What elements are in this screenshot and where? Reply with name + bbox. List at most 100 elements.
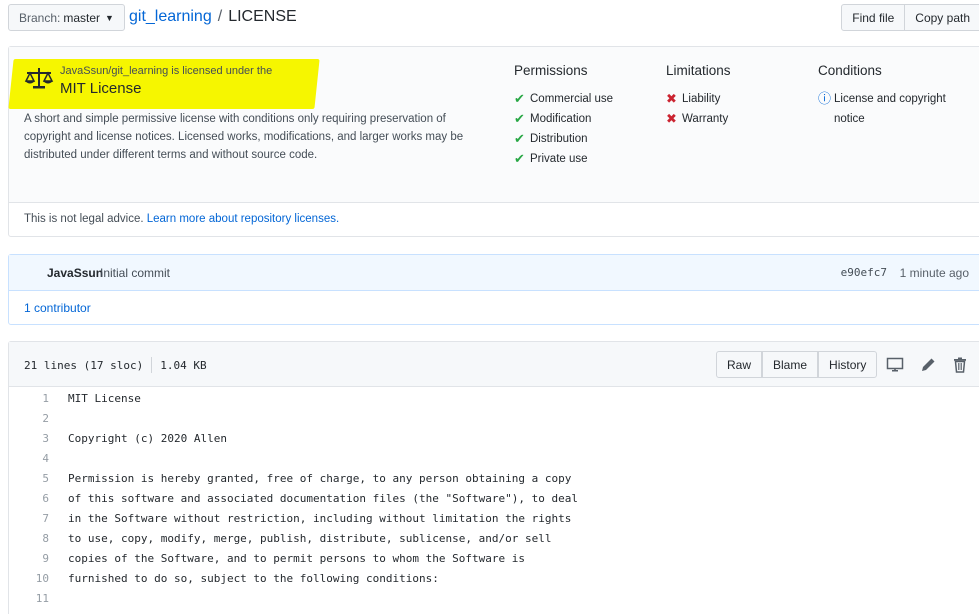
trash-icon[interactable] [951, 356, 969, 374]
condition-label: License and copyright notice [834, 93, 946, 125]
caret-down-icon: ▼ [105, 12, 114, 23]
permission-item: ✔ Distribution [514, 129, 613, 149]
line-content: MIT License [68, 391, 141, 405]
file-nav-button-group: Find file Copy path [841, 4, 979, 31]
code-line: 9 copies of the Software, and to permit p… [9, 548, 979, 568]
limitations-title: Limitations [666, 63, 731, 78]
permissions-title: Permissions [514, 63, 588, 78]
pencil-icon[interactable] [919, 356, 937, 374]
code-line: 6 of this software and associated documen… [9, 488, 979, 508]
line-number[interactable]: 4 [9, 452, 49, 465]
blame-button[interactable]: Blame [762, 351, 819, 378]
limitation-label: Warranty [682, 113, 729, 125]
breadcrumb: git_learning / LICENSE [129, 8, 297, 26]
line-content: Copyright (c) 2020 Allen [68, 431, 227, 445]
line-number[interactable]: 8 [9, 532, 49, 545]
permission-label: Distribution [530, 133, 588, 145]
line-number[interactable]: 2 [9, 412, 49, 425]
permission-label: Commercial use [530, 93, 614, 105]
line-number[interactable]: 1 [9, 392, 49, 405]
file-size: 1.04 KB [160, 358, 207, 372]
x-icon: ✖ [666, 111, 677, 126]
license-disclaimer: This is not legal advice. Learn more abo… [9, 202, 979, 236]
check-icon: ✔ [514, 111, 525, 126]
desktop-icon[interactable] [886, 356, 904, 374]
commit-header: JavaSsun Initial commit e90efc7 1 minute… [9, 255, 979, 291]
limitation-label: Liability [682, 93, 721, 105]
line-content: in the Software without restriction, inc… [68, 511, 572, 525]
latest-commit-box: JavaSsun Initial commit e90efc7 1 minute… [8, 254, 979, 325]
line-content: copies of the Software, and to permit pe… [68, 551, 525, 565]
line-content: to use, copy, modify, merge, publish, di… [68, 531, 552, 545]
file-info: 21 lines (17 sloc) 1.04 KB [24, 357, 207, 373]
permission-item: ✔ Modification [514, 109, 613, 129]
line-content: furnished to do so, subject to the follo… [68, 571, 439, 585]
check-icon: ✔ [514, 131, 525, 146]
check-icon: ✔ [514, 91, 525, 106]
line-number[interactable]: 7 [9, 512, 49, 525]
code-line: 5 Permission is hereby granted, free of c… [9, 468, 979, 488]
permission-label: Modification [530, 113, 592, 125]
license-summary-top: JavaSsun/git_learning is licensed under … [8, 47, 979, 202]
code-line: 10 furnished to do so, subject to the fol… [9, 568, 979, 588]
breadcrumb-separator: / [217, 8, 223, 25]
file-viewer: 21 lines (17 sloc) 1.04 KB Raw Blame His… [8, 341, 979, 614]
limitation-item: ✖ Liability [666, 89, 731, 109]
commit-sha-link[interactable]: e90efc7 [841, 266, 887, 279]
disclaimer-text: This is not legal advice. [24, 213, 144, 225]
code-line: 2 [9, 408, 979, 428]
branch-prefix-label: Branch: [19, 10, 61, 25]
divider [151, 357, 153, 373]
file-actions-group: Raw Blame History [716, 351, 878, 378]
license-summary-box: JavaSsun/git_learning is licensed under … [8, 46, 979, 237]
learn-more-link[interactable]: Learn more about repository licenses. [147, 213, 339, 225]
permission-label: Private use [530, 153, 588, 165]
branch-name-label: master [63, 10, 101, 25]
conditions-column: Conditions ⓘ License and copyright notic… [818, 63, 954, 129]
code-listing: 1 MIT License 2 3 Copyright (c) 2020 Allen… [9, 388, 979, 608]
permissions-column: Permissions ✔ Commercial use ✔ Modificatio… [514, 63, 613, 169]
commit-message-link[interactable]: Initial commit [100, 266, 170, 280]
check-icon: ✔ [514, 151, 525, 166]
line-number[interactable]: 6 [9, 492, 49, 505]
breadcrumb-repo-link[interactable]: git_learning [129, 8, 212, 26]
license-name: MIT License [60, 80, 142, 97]
line-number[interactable]: 11 [9, 592, 49, 605]
line-content: of this software and associated document… [68, 491, 578, 505]
conditions-title: Conditions [818, 63, 882, 78]
code-line: 8 to use, copy, modify, merge, publish, d… [9, 528, 979, 548]
limitations-column: Limitations ✖ Liability ✖ Warranty [666, 63, 731, 129]
branch-selector-button[interactable]: Branch: master ▼ [8, 4, 125, 31]
contributors-link[interactable]: 1 contributor [24, 301, 91, 315]
commit-time: 1 minute ago [899, 266, 969, 280]
line-content: Permission is hereby granted, free of ch… [68, 471, 572, 485]
permission-item: ✔ Private use [514, 149, 613, 169]
limitation-item: ✖ Warranty [666, 109, 731, 129]
code-line: 4 [9, 448, 979, 468]
permission-item: ✔ Commercial use [514, 89, 613, 109]
code-line: 7 in the Software without restriction, in… [9, 508, 979, 528]
code-line: 1 MIT License [9, 388, 979, 408]
line-number[interactable]: 10 [9, 572, 49, 585]
license-description: A short and simple permissive license wi… [24, 113, 464, 161]
find-file-button[interactable]: Find file [841, 4, 906, 31]
file-navigation-bar: Branch: master ▼ git_learning / LICENSE … [0, 0, 979, 36]
line-number[interactable]: 3 [9, 432, 49, 445]
copy-path-button[interactable]: Copy path [905, 4, 979, 31]
breadcrumb-file: LICENSE [228, 8, 297, 25]
law-scale-icon [24, 68, 54, 89]
x-icon: ✖ [666, 91, 677, 106]
file-lines-info: 21 lines (17 sloc) [24, 358, 144, 372]
file-header: 21 lines (17 sloc) 1.04 KB Raw Blame His… [9, 342, 979, 387]
avatar[interactable] [24, 265, 40, 281]
license-subtitle: JavaSsun/git_learning is licensed under … [60, 65, 273, 77]
condition-item: ⓘ License and copyright notice [818, 89, 954, 129]
info-icon: ⓘ [818, 91, 832, 106]
line-number[interactable]: 9 [9, 552, 49, 565]
raw-button[interactable]: Raw [716, 351, 763, 378]
history-button[interactable]: History [818, 351, 878, 378]
code-line: 11 [9, 588, 979, 608]
code-line: 3 Copyright (c) 2020 Allen [9, 428, 979, 448]
line-number[interactable]: 5 [9, 472, 49, 485]
commit-author-link[interactable]: JavaSsun [47, 266, 103, 280]
